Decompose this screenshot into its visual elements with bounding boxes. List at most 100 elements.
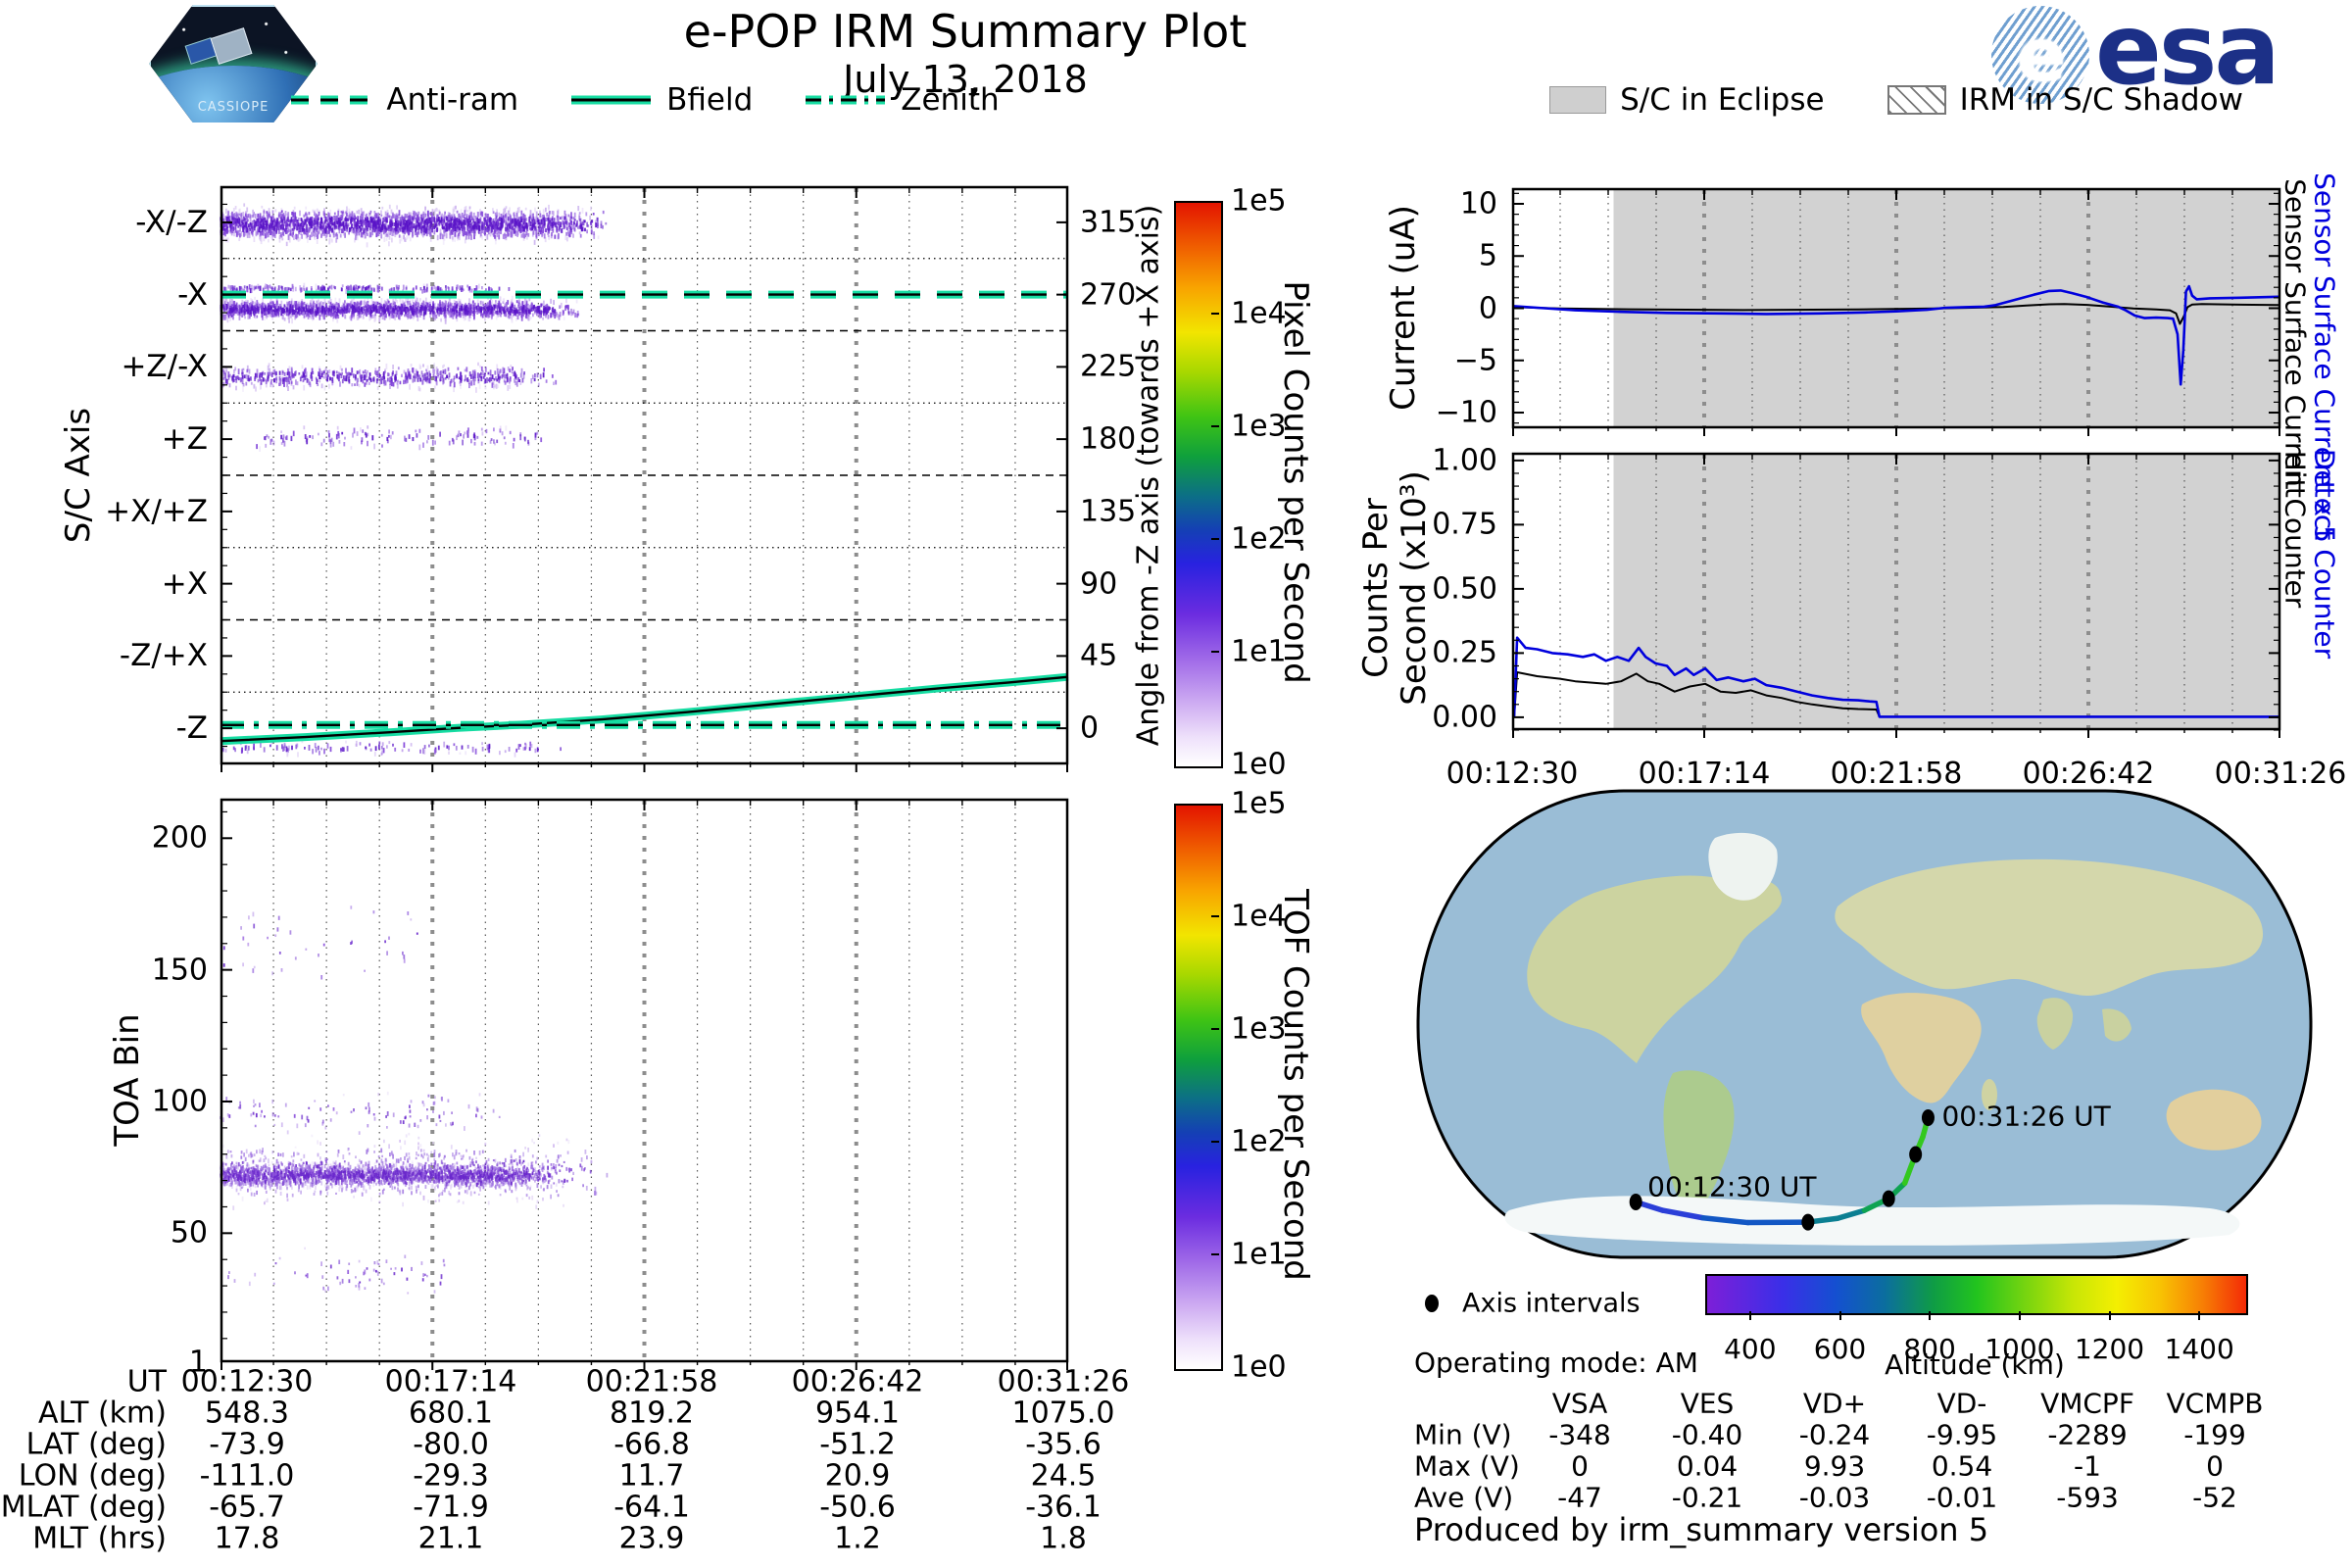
voltage-cell: -0.24 <box>1798 1418 1871 1451</box>
tick-label: 90 <box>1080 566 1118 602</box>
dashdot-line-swatch-icon <box>806 95 886 105</box>
tick-label: -X <box>177 276 208 313</box>
ephemeris-cell: 17.8 <box>214 1521 280 1556</box>
tick-label: 1e5 <box>1231 183 1287 219</box>
ephemeris-cell: 20.9 <box>824 1458 891 1494</box>
tick-label: 1000 <box>1984 1333 2055 1365</box>
tick-label: 0 <box>1478 291 1497 325</box>
tick-label: 315 <box>1080 205 1137 240</box>
ephemeris-cell: 1.8 <box>1040 1521 1087 1556</box>
tick-label: 0.75 <box>1432 507 1497 542</box>
angle-axis-label: Angle from -Z axis (towards +X axis) <box>1131 204 1166 747</box>
tick-label: 1.00 <box>1432 443 1497 478</box>
tick-label: 10 <box>1459 186 1497 221</box>
ephemeris-cell: -66.8 <box>613 1427 690 1462</box>
voltage-col-header: VD- <box>1936 1387 1987 1420</box>
voltage-cell: -0.40 <box>1671 1418 1743 1451</box>
ephemeris-cell: 23.9 <box>618 1521 685 1556</box>
ground-track-map: 00:12:30 UT 00:31:26 UT <box>1416 789 2313 1259</box>
hatch-swatch-icon <box>1886 85 1946 115</box>
tick-label: 400 <box>1724 1333 1777 1365</box>
tick-label: 1e2 <box>1231 1124 1287 1159</box>
tick-label: 100 <box>151 1084 208 1119</box>
tick-label: −10 <box>1435 395 1497 430</box>
tick-label: 600 <box>1813 1333 1867 1365</box>
sc-axis-legend: Anti-ram Bfield Zenith <box>220 82 1068 118</box>
counts-plot <box>1511 452 2281 738</box>
voltage-cell: -199 <box>2183 1418 2246 1451</box>
track-end-label: 00:31:26 UT <box>1941 1101 2111 1133</box>
tick-label: -X/-Z <box>135 204 208 240</box>
ephemeris-cell: 00:21:58 <box>585 1364 718 1399</box>
ephemeris-cell: -35.6 <box>1025 1427 1102 1462</box>
tof-colorbar <box>1174 804 1223 1371</box>
ephemeris-row-label: MLT (hrs) <box>32 1521 167 1556</box>
ephemeris-cell: 11.7 <box>618 1458 685 1494</box>
ephemeris-cell: -73.9 <box>209 1427 285 1462</box>
eclipse-swatch-icon <box>1549 86 1607 114</box>
axis-intervals-marker-icon <box>1425 1295 1439 1312</box>
tick-label: −5 <box>1453 343 1497 378</box>
ephemeris-row-label: LON (deg) <box>18 1458 167 1494</box>
page-title: e-POP IRM Summary Plot <box>683 5 1248 58</box>
ephemeris-row-label: ALT (km) <box>38 1396 167 1431</box>
sc-axis-ylabel: S/C Axis <box>59 407 98 544</box>
voltage-row-label: Min (V) <box>1414 1418 1512 1451</box>
voltage-cell: -0.03 <box>1798 1481 1871 1514</box>
tick-label: 1400 <box>2164 1333 2234 1365</box>
esa-wordmark: esa <box>2095 0 2280 107</box>
shadow-legend-label: IRM in S/C Shadow <box>1959 82 2243 118</box>
legend-item-shadow: IRM in S/C Shadow <box>1886 82 2243 118</box>
ephemeris-cell: 21.1 <box>417 1521 484 1556</box>
ephemeris-cell: 1.2 <box>834 1521 881 1556</box>
axis-intervals-label: Axis intervals <box>1462 1288 1641 1319</box>
ephemeris-cell: -80.0 <box>413 1427 489 1462</box>
map-ocean <box>1416 789 2313 1259</box>
ephemeris-cell: 548.3 <box>205 1396 289 1431</box>
ephemeris-cell: -51.2 <box>819 1427 896 1462</box>
tick-label: 1e1 <box>1231 1237 1287 1272</box>
eclipse-legend-label: S/C in Eclipse <box>1620 82 1825 118</box>
voltage-cell: -0.01 <box>1926 1481 1998 1514</box>
tick-label: 0.50 <box>1432 571 1497 607</box>
tick-label: 00:26:42 <box>2022 757 2155 791</box>
ephemeris-cell: 00:26:42 <box>791 1364 924 1399</box>
ephemeris-cell: 680.1 <box>409 1396 493 1431</box>
voltage-cell: -52 <box>2192 1481 2237 1514</box>
voltage-cell: 0 <box>2206 1449 2224 1483</box>
counts-ylabel: Counts Per Second (x10³) <box>1355 470 1434 706</box>
voltage-cell: -0.21 <box>1671 1481 1743 1514</box>
tick-label: 1e2 <box>1231 521 1287 557</box>
legend-item-bfield: Bfield <box>569 82 753 118</box>
pixel-colorbar <box>1174 201 1223 768</box>
tick-label: 200 <box>151 820 208 856</box>
voltage-cell: 0 <box>1571 1449 1589 1483</box>
current-ylabel: Current (uA) <box>1384 205 1423 411</box>
voltage-col-header: VCMPB <box>2166 1387 2264 1420</box>
voltage-cell: -593 <box>2056 1481 2119 1514</box>
ephemeris-cell: 00:31:26 <box>997 1364 1130 1399</box>
tick-label: 1e3 <box>1231 409 1287 444</box>
tick-label: +X <box>161 565 208 602</box>
voltage-col-header: VES <box>1680 1387 1735 1420</box>
ephemeris-cell: -29.3 <box>413 1458 489 1494</box>
tick-label: 1e5 <box>1231 786 1287 821</box>
toa-ylabel: TOA Bin <box>108 1013 147 1147</box>
tof-colorbar-label: TOF Counts per Second <box>1276 889 1315 1281</box>
voltage-row-label: Ave (V) <box>1414 1481 1514 1514</box>
eclipse-legend: S/C in Eclipse IRM in S/C Shadow <box>1512 82 2280 118</box>
altitude-colorbar <box>1705 1274 2248 1315</box>
ephemeris-cell: -64.1 <box>613 1490 690 1525</box>
legend-item-eclipse: S/C in Eclipse <box>1549 82 1825 118</box>
pixel-colorbar-label: Pixel Counts per Second <box>1276 280 1315 684</box>
ephemeris-cell: -50.6 <box>819 1490 896 1525</box>
tick-label: 1200 <box>2074 1333 2145 1365</box>
tick-label: 150 <box>151 953 208 988</box>
tick-label: 0.25 <box>1432 635 1497 670</box>
tick-label: 00:17:14 <box>1638 757 1771 791</box>
ephemeris-cell: -36.1 <box>1025 1490 1102 1525</box>
detect-counter-label: Detect Counter <box>2308 448 2341 660</box>
ephemeris-row-label: MLAT (deg) <box>0 1490 167 1525</box>
voltage-row-label: Max (V) <box>1414 1449 1520 1483</box>
ephemeris-cell: 954.1 <box>815 1396 900 1431</box>
